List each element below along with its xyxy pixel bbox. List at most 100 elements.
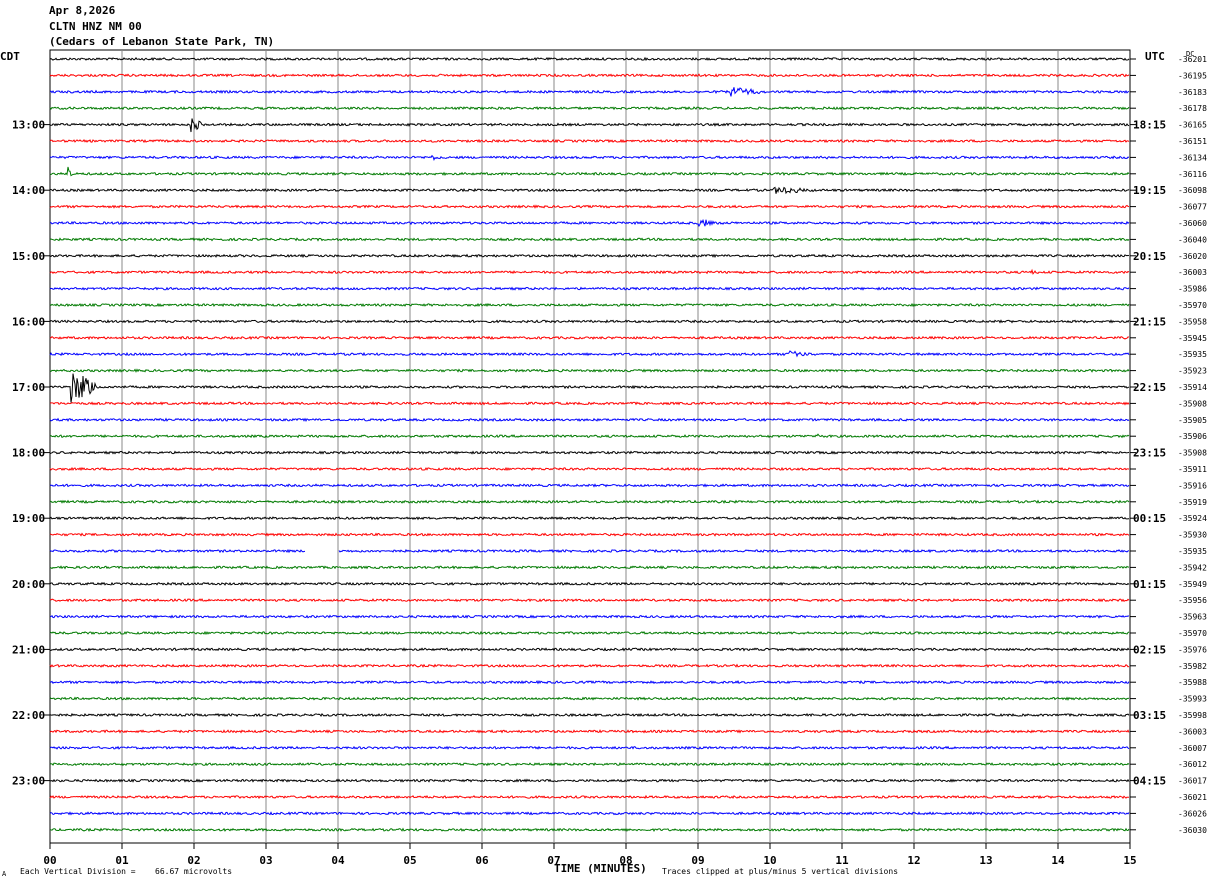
dc-offset-label: -36098 — [1178, 186, 1207, 195]
dc-offset-label: -35908 — [1178, 399, 1207, 408]
trace-row-22 — [49, 417, 1130, 423]
trace-row-37 — [49, 663, 1130, 668]
x-tick-label: 13 — [979, 854, 992, 867]
clip-note: Traces clipped at plus/minus 5 vertical … — [662, 867, 899, 876]
helicorder-plot: 00 01 02 03 04 05 06 07 08 09 10 11 12 13 14 15-36201-3… — [12, 49, 1207, 867]
corner-mark: A — [2, 870, 7, 878]
dc-offset-label: -35963 — [1178, 613, 1207, 622]
trace-row-19 — [49, 368, 1130, 373]
x-tick-label: 06 — [475, 854, 489, 867]
dc-offset-label: -35970 — [1178, 301, 1207, 310]
dc-offset-label: -35905 — [1178, 416, 1207, 425]
trace-row-35 — [49, 630, 1130, 636]
trace-row-10 — [49, 218, 1130, 227]
dc-offset-label: -36021 — [1178, 793, 1207, 802]
dc-offset-label: -35988 — [1178, 678, 1207, 687]
left-hour-label: 19:00 — [12, 512, 45, 525]
trace-row-28 — [49, 515, 1130, 521]
left-hour-label: 13:00 — [12, 119, 45, 132]
dc-offset-label: -36165 — [1178, 121, 1207, 130]
right-hour-label: 01:15 — [1133, 578, 1166, 591]
dc-offset-label: -35976 — [1178, 645, 1207, 654]
dc-offset-label: -35998 — [1178, 711, 1207, 720]
dc-offset-label: -35906 — [1178, 432, 1207, 441]
x-tick-label: 14 — [1051, 854, 1065, 867]
scale-value: 66.67 microvolts — [155, 867, 233, 876]
dc-offset-label: -35935 — [1178, 547, 1207, 556]
trace-row-24 — [49, 450, 1130, 455]
trace-row-12 — [49, 253, 1130, 259]
dc-offset-label: -36030 — [1178, 826, 1207, 835]
dc-offset-label: -35986 — [1178, 285, 1207, 294]
right-hour-label: 19:15 — [1133, 184, 1166, 197]
dc-offset-label: -36116 — [1178, 170, 1207, 179]
right-hour-label: 02:15 — [1133, 643, 1166, 656]
trace-row-36 — [49, 647, 1130, 652]
trace-row-3 — [49, 106, 1130, 111]
plot-frame — [49, 49, 1131, 844]
dc-offset-label: -35982 — [1178, 662, 1207, 671]
left-hour-label: 15:00 — [12, 250, 45, 263]
scale-prefix: Each Vertical Division = — [20, 867, 136, 876]
dc-offset-label: -36003 — [1178, 727, 1207, 736]
x-tick-label: 00 — [43, 854, 56, 867]
trace-row-2 — [49, 87, 1130, 97]
trace-row-6 — [49, 154, 1130, 162]
dc-offset-label: -35930 — [1178, 531, 1207, 540]
x-tick-label: 05 — [403, 854, 416, 867]
trace-row-25 — [49, 466, 1130, 472]
x-tick-label: 10 — [763, 854, 776, 867]
dc-offset-label: -36195 — [1178, 71, 1207, 80]
x-tick-label: 12 — [907, 854, 920, 867]
left-hour-label: 14:00 — [12, 184, 45, 197]
dc-offset-label: -36151 — [1178, 137, 1207, 146]
trace-row-34 — [49, 614, 1130, 619]
x-tick-label: 04 — [331, 854, 345, 867]
x-tick-label: 01 — [115, 854, 129, 867]
trace-row-33 — [49, 598, 1130, 603]
trace-row-21 — [49, 401, 1130, 406]
trace-row-11 — [49, 237, 1130, 242]
dc-offset-label: -35908 — [1178, 449, 1207, 458]
dc-offset-label: -36060 — [1178, 219, 1207, 228]
dc-offset-label: -35911 — [1178, 465, 1207, 474]
left-hour-label: 17:00 — [12, 381, 45, 394]
right-hour-label: 21:15 — [1133, 315, 1166, 328]
left-hour-label: 21:00 — [12, 643, 45, 656]
dc-offset-label: -35993 — [1178, 695, 1207, 704]
dc-offset-label: -35970 — [1178, 629, 1207, 638]
trace-row-41 — [49, 729, 1130, 734]
trace-row-45 — [49, 794, 1130, 800]
left-hour-label: 23:00 — [12, 775, 45, 788]
dc-offset-label: -35919 — [1178, 498, 1207, 507]
trace-row-43 — [49, 762, 1130, 767]
left-hour-label: 16:00 — [12, 315, 45, 328]
trace-row-20 — [49, 373, 1130, 403]
dc-offset-label: -35916 — [1178, 481, 1207, 490]
dc-offset-label: -35956 — [1178, 596, 1207, 605]
right-hour-label: 20:15 — [1133, 250, 1166, 263]
right-hour-label: 23:15 — [1133, 447, 1166, 460]
left-hour-label: 22:00 — [12, 709, 45, 722]
dc-offset-label: -36003 — [1178, 268, 1207, 277]
left-hour-label: 20:00 — [12, 578, 45, 591]
trace-row-31 — [49, 565, 1130, 570]
dc-offset-label: -36178 — [1178, 104, 1207, 113]
trace-row-4 — [49, 118, 1130, 133]
trace-row-23 — [49, 433, 1130, 439]
x-tick-label: 09 — [691, 854, 704, 867]
dc-offset-label: -36007 — [1178, 744, 1207, 753]
trace-row-32 — [49, 581, 1130, 586]
dc-offset-label: -35935 — [1178, 350, 1207, 359]
trace-row-8 — [49, 186, 1130, 195]
trace-row-7 — [49, 166, 1130, 177]
x-tick-label: 03 — [259, 854, 272, 867]
right-hour-label: 00:15 — [1133, 512, 1166, 525]
right-hour-label: 18:15 — [1133, 119, 1166, 132]
trace-row-44 — [49, 778, 1130, 783]
trace-row-26 — [49, 483, 1130, 488]
trace-row-27 — [50, 499, 1130, 504]
trace-row-29 — [49, 532, 1130, 537]
dc-offset-label: -35924 — [1178, 514, 1207, 523]
trace-row-47 — [49, 827, 1130, 832]
